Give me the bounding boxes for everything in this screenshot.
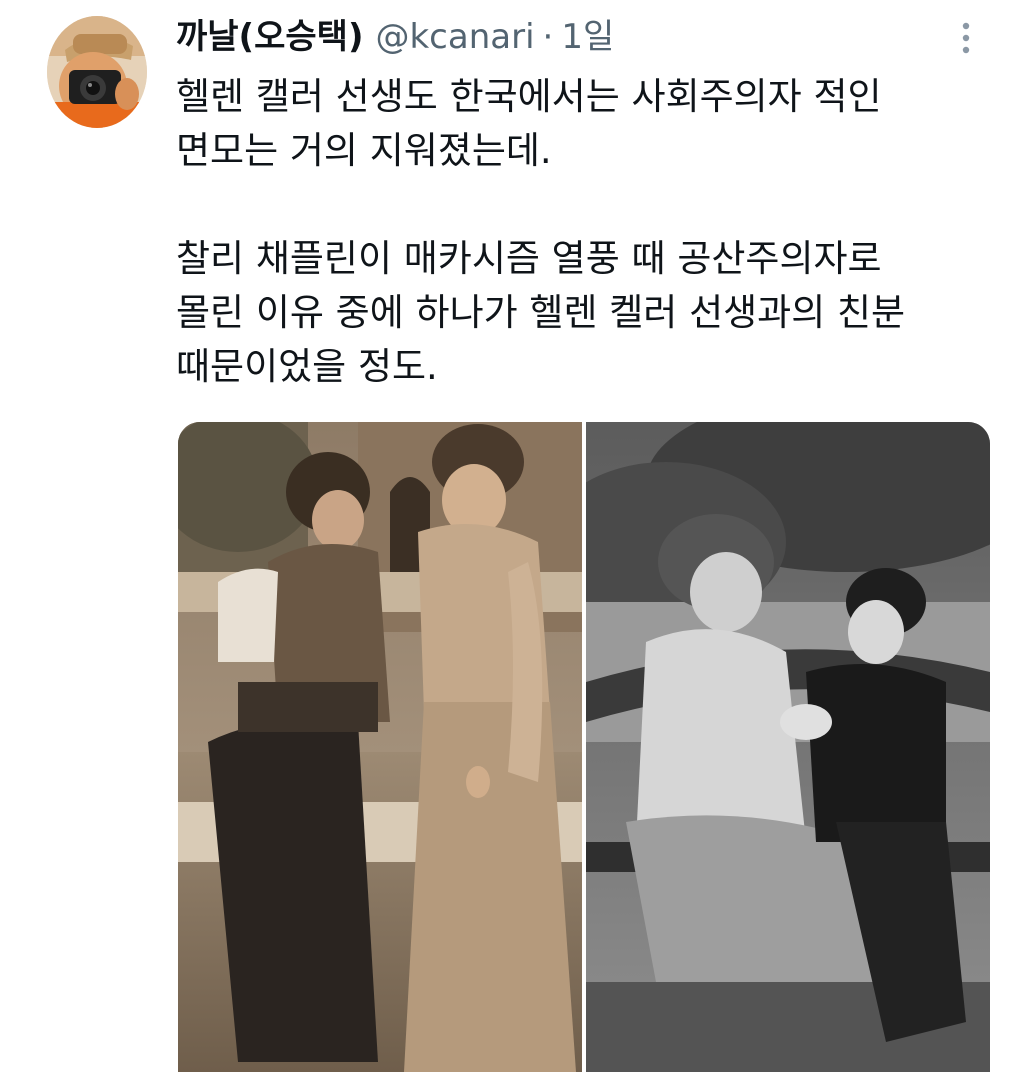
author-display-name[interactable]: 까날(오승택) [176, 14, 363, 60]
tweet-paragraph-1: 헬렌 캘러 선생도 한국에서는 사회주의자 적인 면모는 거의 지워졌는데. [176, 75, 882, 172]
tweet-media [178, 422, 990, 1072]
author-handle[interactable]: @kcanari [375, 14, 534, 60]
tweet[interactable]: 까날(오승택) @kcanari · 1일 헬렌 캘러 선생도 한국에서는 사회… [0, 0, 1024, 1072]
tweet-photo-1[interactable] [178, 422, 582, 1072]
author-avatar[interactable] [47, 16, 147, 128]
tweet-paragraph-2: 찰리 채플린이 매카시즘 열풍 때 공산주의자로 몰린 이유 중에 하나가 헬렌… [176, 237, 906, 388]
more-vertical-icon [962, 22, 970, 54]
bw-photo-seated-couple [586, 422, 990, 1072]
sepia-photo-standing-couple [178, 422, 582, 1072]
tweet-timestamp[interactable]: 1일 [561, 14, 614, 60]
tweet-photo-2[interactable] [586, 422, 990, 1072]
more-options-button[interactable] [950, 18, 982, 58]
tweet-text: 헬렌 캘러 선생도 한국에서는 사회주의자 적인 면모는 거의 지워졌는데. 찰… [176, 70, 976, 394]
tweet-header: 까날(오승택) @kcanari · 1일 [176, 14, 614, 60]
separator-dot: · [542, 17, 554, 57]
camera-selfie-avatar-icon [47, 16, 147, 128]
